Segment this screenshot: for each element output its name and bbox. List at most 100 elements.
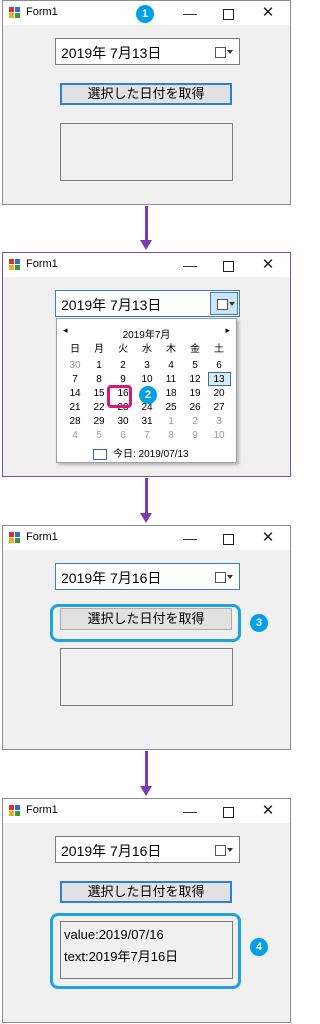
calendar-weekday: 土 bbox=[214, 344, 224, 355]
result-textbox[interactable] bbox=[60, 648, 233, 706]
calendar-day[interactable]: 25 bbox=[159, 401, 183, 414]
calendar-day[interactable]: 19 bbox=[183, 387, 207, 400]
calendar-day[interactable]: 4 bbox=[159, 359, 183, 372]
minimize-button[interactable]: — bbox=[176, 801, 204, 821]
maximize-icon bbox=[222, 260, 234, 272]
calendar-day[interactable]: 11 bbox=[159, 373, 183, 386]
date-picker-dropdown-button[interactable] bbox=[213, 842, 235, 858]
calendar-day[interactable]: 3 bbox=[135, 359, 159, 372]
close-button[interactable]: ✕ bbox=[254, 801, 282, 821]
calendar-week-row: 4 5 6 7 8 9 10 bbox=[63, 429, 231, 442]
maximize-button[interactable] bbox=[214, 255, 242, 275]
close-button[interactable]: ✕ bbox=[254, 255, 282, 275]
calendar-icon bbox=[215, 845, 226, 856]
maximize-icon bbox=[222, 8, 234, 20]
calendar-week-row: 30 1 2 3 4 5 6 bbox=[63, 359, 231, 372]
calendar-day[interactable]: 13 bbox=[207, 373, 231, 386]
calendar-weekday: 日 bbox=[70, 344, 80, 355]
form-window-step4: Form1 — ✕ 2019年 7月16日 選択した日付を取得 value:20… bbox=[2, 798, 291, 1023]
highlight-selected-day bbox=[107, 385, 132, 408]
calendar-day[interactable]: 18 bbox=[159, 387, 183, 400]
step-badge-3: 3 bbox=[250, 614, 268, 632]
maximize-icon bbox=[222, 806, 234, 818]
form-client-area: 2019年 7月13日 ◂ 2019年7月 ▸ 日月火水木金土 30 1 2 3 4 5 6 7… bbox=[3, 277, 290, 476]
title-bar: Form1 — ✕ bbox=[3, 799, 290, 823]
window-title: Form1 bbox=[26, 258, 58, 270]
calendar-day[interactable]: 6 bbox=[207, 359, 231, 372]
calendar-day[interactable]: 26 bbox=[183, 401, 207, 414]
calendar-day[interactable]: 10 bbox=[207, 429, 231, 442]
calendar-day[interactable]: 27 bbox=[207, 401, 231, 414]
calendar-day[interactable]: 21 bbox=[63, 401, 87, 414]
calendar-day[interactable]: 8 bbox=[159, 429, 183, 442]
minimize-button[interactable]: — bbox=[176, 255, 204, 275]
calendar-day[interactable]: 29 bbox=[87, 415, 111, 428]
calendar-day[interactable]: 2 bbox=[111, 359, 135, 372]
calendar-day[interactable]: 3 bbox=[207, 415, 231, 428]
date-picker[interactable]: 2019年 7月13日 bbox=[55, 38, 240, 65]
chevron-down-icon bbox=[227, 848, 233, 852]
date-picker[interactable]: 2019年 7月16日 bbox=[55, 563, 240, 590]
today-label: 今日: 2019/07/13 bbox=[113, 449, 189, 460]
calendar-day[interactable]: 12 bbox=[183, 373, 207, 386]
next-month-button[interactable]: ▸ bbox=[225, 325, 230, 336]
get-date-button[interactable]: 選択した日付を取得 bbox=[60, 881, 232, 903]
calendar-day[interactable]: 6 bbox=[111, 429, 135, 442]
date-picker[interactable]: 2019年 7月13日 bbox=[55, 290, 240, 317]
calendar-day[interactable]: 28 bbox=[63, 415, 87, 428]
title-bar: Form1 — ✕ bbox=[3, 526, 290, 550]
calendar-day[interactable]: 31 bbox=[135, 415, 159, 428]
flow-arrow-head-2 bbox=[140, 513, 152, 523]
calendar-month-label[interactable]: 2019年7月 bbox=[57, 326, 236, 341]
calendar-day[interactable]: 8 bbox=[87, 373, 111, 386]
calendar-day[interactable]: 10 bbox=[135, 373, 159, 386]
flow-arrow-1 bbox=[145, 206, 148, 242]
date-picker-dropdown-button[interactable] bbox=[213, 569, 235, 585]
minimize-button[interactable]: — bbox=[176, 528, 204, 548]
step-badge-4: 4 bbox=[250, 938, 268, 956]
date-picker-value: 2019年 7月16日 bbox=[61, 570, 162, 586]
calendar-day[interactable]: 1 bbox=[87, 359, 111, 372]
calendar-day[interactable]: 7 bbox=[135, 429, 159, 442]
chevron-down-icon bbox=[229, 302, 235, 306]
minimize-button[interactable]: — bbox=[176, 3, 204, 23]
calendar-day[interactable]: 5 bbox=[183, 359, 207, 372]
maximize-button[interactable] bbox=[214, 801, 242, 821]
calendar-day[interactable]: 14 bbox=[63, 387, 87, 400]
date-picker-dropdown-button[interactable] bbox=[213, 44, 235, 60]
result-textbox[interactable] bbox=[60, 123, 233, 181]
today-link[interactable]: 今日: 2019/07/13 bbox=[93, 445, 189, 460]
calendar-day[interactable]: 2 bbox=[183, 415, 207, 428]
close-button[interactable]: ✕ bbox=[254, 528, 282, 548]
date-picker-value: 2019年 7月13日 bbox=[61, 297, 162, 313]
calendar-icon bbox=[215, 572, 226, 583]
calendar-day[interactable]: 1 bbox=[159, 415, 183, 428]
window-title: Form1 bbox=[26, 804, 58, 816]
calendar-day[interactable]: 30 bbox=[63, 359, 87, 372]
form-client-area: 2019年 7月13日 選択した日付を取得 bbox=[3, 25, 290, 204]
chevron-down-icon bbox=[227, 575, 233, 579]
title-bar: Form1 — ✕ bbox=[3, 253, 290, 277]
get-date-button[interactable]: 選択した日付を取得 bbox=[60, 83, 232, 105]
app-icon bbox=[9, 805, 21, 817]
calendar-icon bbox=[217, 299, 228, 310]
calendar-day[interactable]: 4 bbox=[63, 429, 87, 442]
date-picker-dropdown-button[interactable] bbox=[210, 292, 238, 315]
date-picker[interactable]: 2019年 7月16日 bbox=[55, 836, 240, 863]
flow-arrow-2 bbox=[145, 478, 148, 515]
calendar-day[interactable]: 20 bbox=[207, 387, 231, 400]
calendar-day[interactable]: 9 bbox=[183, 429, 207, 442]
flow-arrow-3 bbox=[145, 751, 148, 788]
calendar-week-row: 28 29 30 31 1 2 3 bbox=[63, 415, 231, 428]
window-title: Form1 bbox=[26, 531, 58, 543]
calendar-week-row: 7 8 9 10 11 12 13 bbox=[63, 372, 231, 386]
chevron-down-icon bbox=[227, 50, 233, 54]
calendar-day[interactable]: 7 bbox=[63, 373, 87, 386]
maximize-button[interactable] bbox=[214, 3, 242, 23]
highlight-result bbox=[50, 913, 241, 989]
close-button[interactable]: ✕ bbox=[254, 3, 282, 23]
maximize-button[interactable] bbox=[214, 528, 242, 548]
calendar-day[interactable]: 5 bbox=[87, 429, 111, 442]
calendar-day[interactable]: 30 bbox=[111, 415, 135, 428]
step-badge-1: 1 bbox=[136, 5, 154, 23]
